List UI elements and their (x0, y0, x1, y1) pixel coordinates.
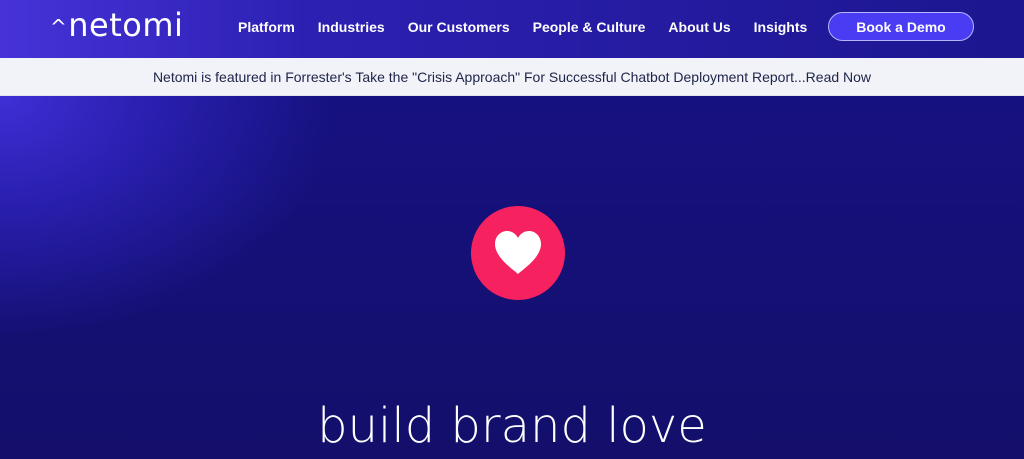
nav-people-culture[interactable]: People & Culture (533, 19, 646, 35)
book-demo-button[interactable]: Book a Demo (828, 12, 974, 41)
logo-caret: ^ (50, 15, 68, 39)
announcement-link[interactable]: Netomi is featured in Forrester's Take t… (153, 69, 871, 85)
top-navigation: ^netomi Platform Industries Our Customer… (0, 0, 1024, 58)
heart-badge (471, 206, 565, 300)
nav-platform[interactable]: Platform (238, 19, 295, 35)
nav-our-customers[interactable]: Our Customers (408, 19, 510, 35)
announcement-bar: Netomi is featured in Forrester's Take t… (0, 58, 1024, 96)
heart-icon (495, 231, 541, 274)
logo-text: netomi (68, 6, 184, 44)
nav-about-us[interactable]: About Us (668, 19, 730, 35)
netomi-logo[interactable]: ^netomi (50, 8, 183, 42)
nav-insights[interactable]: Insights (754, 19, 808, 35)
main-menu: Platform Industries Our Customers People… (238, 0, 830, 54)
nav-industries[interactable]: Industries (318, 19, 385, 35)
hero-section: build brand love (0, 96, 1024, 459)
hero-heading: build brand love (317, 398, 707, 454)
page: ^netomi Platform Industries Our Customer… (0, 0, 1024, 459)
